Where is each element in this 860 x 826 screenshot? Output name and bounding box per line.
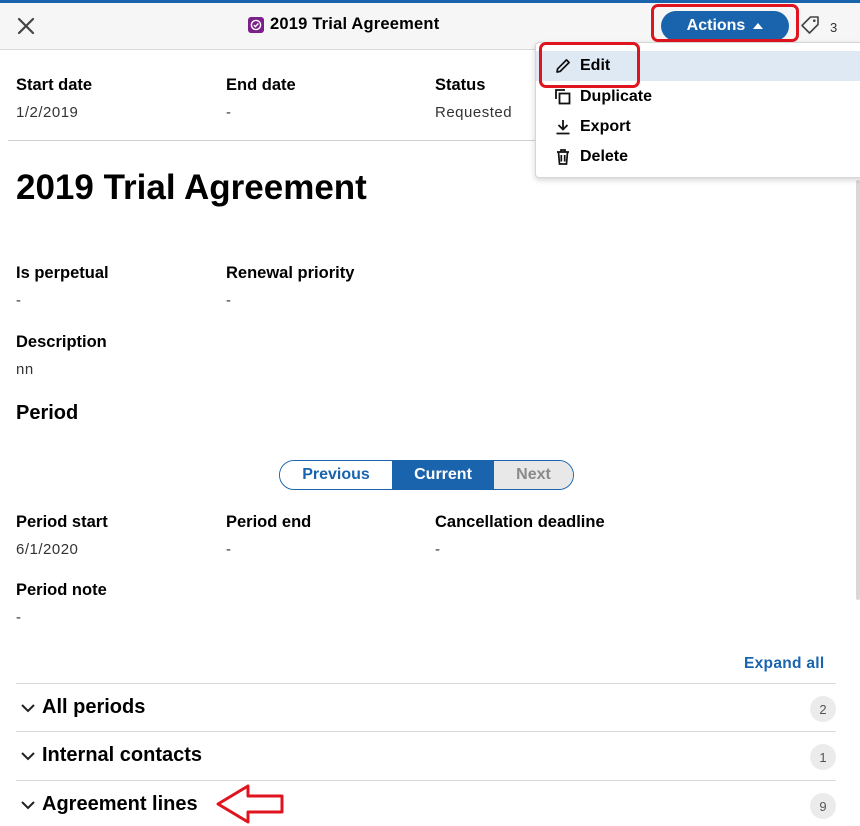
agreement-app-icon — [248, 16, 264, 33]
start-date-value: 1/2/2019 — [16, 104, 79, 121]
cancellation-deadline-label: Cancellation deadline — [435, 513, 605, 531]
is-perpetual-label: Is perpetual — [16, 264, 109, 282]
download-icon — [554, 118, 572, 136]
description-value: nn — [16, 361, 34, 378]
chevron-down-icon — [20, 700, 36, 716]
period-start-value: 6/1/2020 — [16, 541, 79, 558]
next-period-button[interactable]: Next — [494, 461, 573, 489]
is-perpetual-value: - — [16, 292, 22, 309]
period-end-label: Period end — [226, 513, 312, 531]
page-title: 2019 Trial Agreement — [16, 168, 367, 207]
pencil-icon — [554, 57, 572, 75]
period-start-label: Period start — [16, 513, 108, 531]
status-label: Status — [435, 76, 486, 94]
duplicate-icon — [554, 88, 572, 106]
menu-item-label: Export — [580, 118, 631, 135]
accordion-title: All periods — [42, 696, 146, 718]
caret-up-icon — [753, 23, 764, 29]
chevron-down-icon — [20, 797, 36, 813]
header-title-text: 2019 Trial Agreement — [270, 15, 440, 33]
menu-item-delete[interactable]: Delete — [536, 142, 860, 172]
count-badge: 1 — [810, 744, 836, 770]
header-title: 2019 Trial Agreement — [248, 15, 439, 34]
chevron-down-icon — [20, 748, 36, 764]
period-end-value: - — [226, 541, 232, 558]
cancellation-deadline-value: - — [435, 541, 441, 558]
trash-icon — [554, 148, 572, 166]
period-section-title: Period — [16, 402, 79, 424]
start-date-label: Start date — [16, 76, 93, 94]
menu-item-duplicate[interactable]: Duplicate — [536, 82, 860, 112]
renewal-priority-value: - — [226, 292, 232, 309]
accordion-all-periods[interactable]: All periods 2 — [16, 683, 836, 731]
expand-all-link[interactable]: Expand all — [744, 655, 825, 673]
menu-item-edit[interactable]: Edit — [536, 51, 860, 81]
period-note-label: Period note — [16, 581, 107, 599]
accordion-internal-contacts[interactable]: Internal contacts 1 — [16, 731, 836, 779]
tags-button[interactable]: 3 — [800, 15, 837, 40]
accordion-title: Internal contacts — [42, 744, 203, 766]
end-date-value: - — [226, 104, 232, 121]
menu-item-export[interactable]: Export — [536, 112, 860, 142]
actions-menu: Edit Duplicate Export Delete — [535, 42, 860, 178]
renewal-priority-label: Renewal priority — [226, 264, 355, 282]
accordion-title: Agreement lines — [42, 793, 198, 815]
tag-count: 3 — [830, 20, 838, 35]
menu-item-label: Delete — [580, 148, 629, 165]
status-value: Requested — [435, 104, 513, 121]
menu-item-label: Duplicate — [580, 88, 653, 105]
annotation-arrow — [216, 784, 284, 824]
tag-icon — [800, 15, 820, 40]
actions-button[interactable]: Actions — [661, 11, 789, 41]
count-badge: 2 — [810, 696, 836, 722]
close-icon[interactable] — [12, 12, 40, 40]
current-period-button[interactable]: Current — [392, 461, 494, 489]
actions-button-label: Actions — [686, 17, 746, 34]
count-badge: 9 — [810, 793, 836, 819]
period-note-value: - — [16, 609, 22, 626]
menu-item-label: Edit — [580, 57, 611, 74]
accordion-agreement-lines[interactable]: Agreement lines 9 — [16, 780, 836, 826]
period-navigation: Previous Current Next — [279, 460, 574, 490]
description-label: Description — [16, 333, 107, 351]
previous-period-button[interactable]: Previous — [280, 461, 392, 489]
end-date-label: End date — [226, 76, 296, 94]
scrollbar[interactable] — [856, 180, 860, 600]
